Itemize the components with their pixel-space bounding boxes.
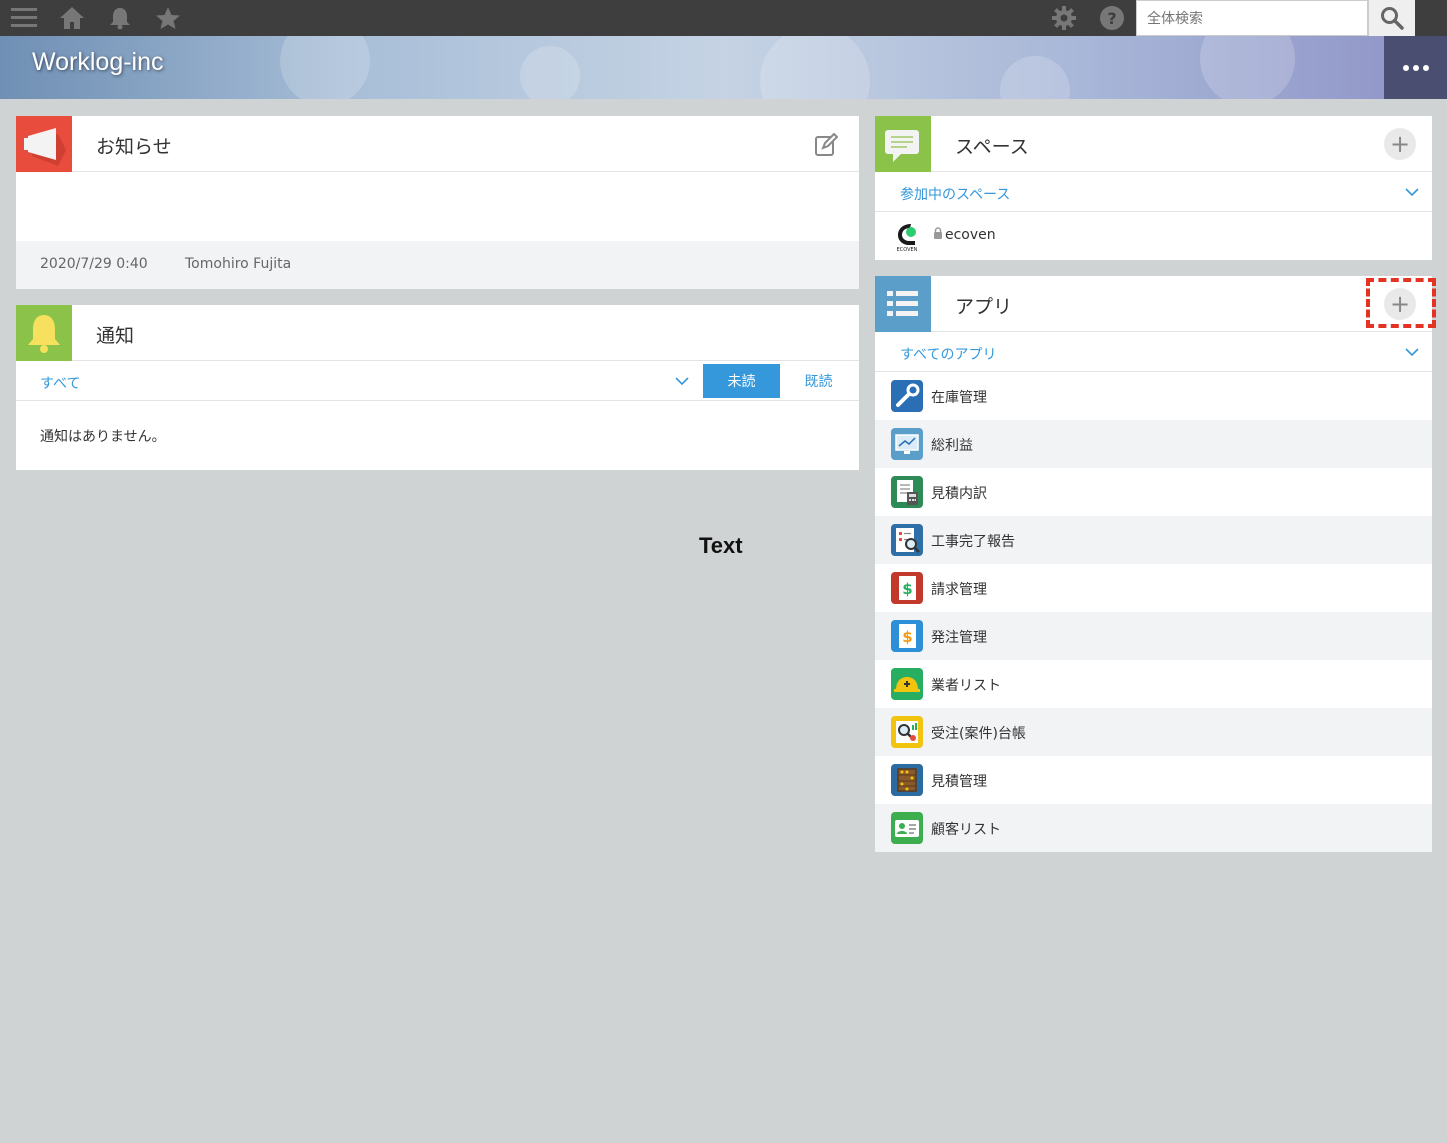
report-search-icon	[891, 524, 923, 556]
order-dollar-icon: $	[891, 620, 923, 652]
edit-icon[interactable]	[814, 132, 839, 161]
search-input[interactable]	[1136, 0, 1368, 36]
notification-card: 通知 すべて 未読 既読 通知はありません。	[16, 305, 859, 470]
top-bar: ?	[0, 0, 1447, 36]
ledger-search-icon	[891, 716, 923, 748]
app-name: 見積管理	[931, 774, 987, 790]
spaces-card: スペース + 参加中のスペース ECOVEN ecoven	[875, 116, 1432, 260]
portal-header: Worklog-inc	[0, 36, 1447, 99]
app-item[interactable]: 総利益	[875, 420, 1432, 468]
app-list: 在庫管理 総利益 見積内訳 工事完了報告 $ 請求管理 $ 発注管理 業者リスト…	[875, 372, 1432, 852]
svg-text:$: $	[902, 580, 912, 598]
calculator-document-icon	[891, 476, 923, 508]
space-item[interactable]: ECOVEN ecoven	[875, 212, 1432, 260]
svg-text:?: ?	[1107, 9, 1116, 28]
app-name: 業者リスト	[931, 678, 1001, 694]
apps-header: アプリ +	[875, 276, 1432, 332]
lock-icon	[933, 227, 943, 243]
app-name: 工事完了報告	[931, 534, 1015, 550]
contact-card-icon	[891, 812, 923, 844]
menu-icon[interactable]	[10, 0, 38, 36]
help-icon[interactable]: ?	[1098, 0, 1126, 36]
list-icon	[875, 276, 931, 332]
spaces-filter-select[interactable]: 参加中のスペース	[900, 184, 1010, 204]
app-name: 請求管理	[931, 582, 987, 598]
home-icon[interactable]	[58, 0, 86, 36]
announcement-footer: 2020/7/29 0:40 Tomohiro Fujita	[16, 241, 859, 289]
search-button[interactable]	[1368, 0, 1415, 36]
apps-title: アプリ	[955, 296, 1013, 318]
spaces-header: スペース +	[875, 116, 1432, 172]
notification-header: 通知	[16, 305, 859, 361]
notification-filter-bar: すべて 未読 既読	[16, 361, 859, 401]
svg-text:$: $	[902, 628, 912, 646]
app-item[interactable]: 受注(案件)台帳	[875, 708, 1432, 756]
chevron-down-icon[interactable]	[1404, 344, 1420, 360]
dot-icon	[1412, 64, 1419, 71]
apps-filter-bar: すべてのアプリ	[875, 332, 1432, 372]
app-name: 受注(案件)台帳	[931, 726, 1026, 742]
apps-filter-select[interactable]: すべてのアプリ	[900, 344, 996, 364]
notification-filter-select[interactable]: すべて	[40, 373, 80, 393]
search-icon	[1381, 7, 1404, 30]
app-name: 在庫管理	[931, 390, 987, 406]
app-name: 総利益	[931, 438, 973, 454]
app-item[interactable]: 業者リスト	[875, 660, 1432, 708]
app-name: 顧客リスト	[931, 822, 1001, 838]
helmet-icon	[891, 668, 923, 700]
app-name: 発注管理	[931, 630, 987, 646]
dot-icon	[1422, 64, 1429, 71]
chevron-down-icon[interactable]	[1404, 184, 1420, 200]
announcement-title: お知らせ	[96, 136, 172, 158]
app-name: 見積内訳	[931, 486, 987, 502]
megaphone-icon	[16, 116, 72, 172]
space-name[interactable]: ecoven	[945, 227, 996, 243]
chevron-down-icon[interactable]	[674, 373, 690, 389]
app-item[interactable]: 工事完了報告	[875, 516, 1432, 564]
spaces-title: スペース	[955, 136, 1029, 158]
speech-bubble-icon	[875, 116, 931, 172]
app-item[interactable]: 在庫管理	[875, 372, 1432, 420]
svg-text:ECOVEN: ECOVEN	[897, 247, 918, 252]
dot-icon	[1402, 64, 1409, 71]
read-tab[interactable]: 既読	[780, 364, 857, 398]
abacus-icon	[891, 764, 923, 796]
monitor-icon	[891, 428, 923, 460]
spaces-filter-bar: 参加中のスペース	[875, 172, 1432, 212]
gear-icon[interactable]	[1050, 0, 1078, 36]
invoice-dollar-icon: $	[891, 572, 923, 604]
notification-title: 通知	[96, 325, 135, 347]
ecoven-logo-icon: ECOVEN	[891, 220, 923, 253]
app-item[interactable]: 見積管理	[875, 756, 1432, 804]
add-space-button[interactable]: +	[1384, 128, 1416, 160]
app-item[interactable]: 顧客リスト	[875, 804, 1432, 852]
bell-icon[interactable]	[106, 0, 134, 36]
announcement-date: 2020/7/29 0:40	[40, 256, 148, 272]
bell-icon	[16, 305, 72, 361]
overlay-text: Text	[699, 533, 743, 558]
highlight-box	[1366, 278, 1436, 328]
wrench-icon	[891, 380, 923, 412]
announcement-card: お知らせ 2020/7/29 0:40 Tomohiro Fujita	[16, 116, 859, 289]
notification-empty-message: 通知はありません。	[40, 429, 166, 445]
apps-card: アプリ + すべてのアプリ 在庫管理 総利益 見積内訳 工事完了報告 $ 請求管…	[875, 276, 1432, 852]
app-item[interactable]: 見積内訳	[875, 468, 1432, 516]
app-item[interactable]: $ 発注管理	[875, 612, 1432, 660]
portal-title: Worklog-inc	[32, 48, 164, 76]
announcement-author[interactable]: Tomohiro Fujita	[185, 256, 291, 272]
app-item[interactable]: $ 請求管理	[875, 564, 1432, 612]
announcement-header: お知らせ	[16, 116, 859, 172]
star-icon[interactable]	[154, 0, 182, 36]
unread-tab[interactable]: 未読	[703, 364, 780, 398]
more-options-button[interactable]	[1384, 36, 1447, 99]
